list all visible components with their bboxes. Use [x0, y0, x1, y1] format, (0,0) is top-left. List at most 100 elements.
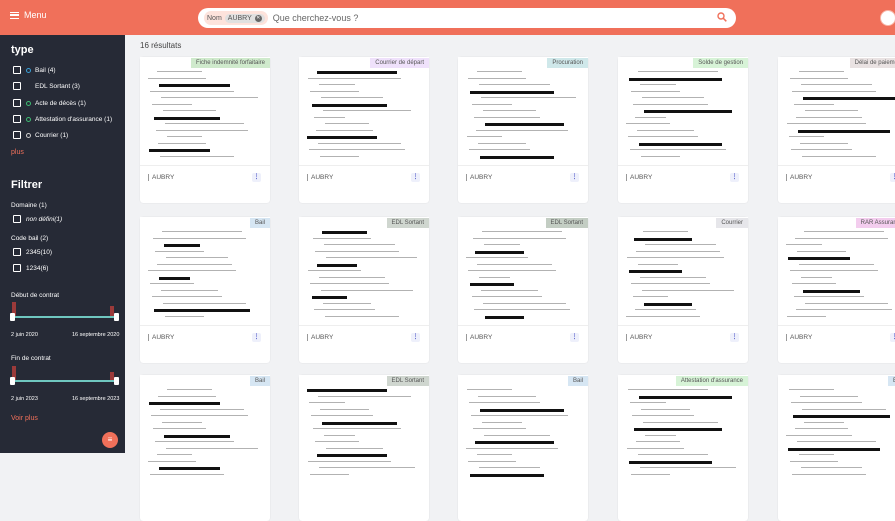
type-option-acte-deces[interactable]: Acte de décès (1) — [13, 98, 86, 108]
checkbox[interactable] — [13, 66, 21, 74]
document-thumbnail[interactable]: Solde de gestion — [618, 57, 748, 165]
document-card[interactable]: Délai de paiement AUBRY ⋮ — [778, 57, 895, 203]
document-text-line — [155, 250, 204, 252]
checkbox[interactable] — [13, 82, 21, 90]
document-thumbnail[interactable]: Courrier — [618, 217, 748, 325]
document-card[interactable]: Bail — [458, 375, 588, 521]
range-handle-end[interactable] — [114, 377, 119, 385]
checkbox[interactable] — [13, 215, 21, 223]
document-thumbnail[interactable]: Délai de paiement — [778, 57, 895, 165]
document-text-line — [307, 136, 377, 139]
document-text-line — [325, 315, 399, 317]
document-text-line — [156, 129, 248, 131]
code-bail-option-2345[interactable]: 2345(10) — [13, 247, 52, 257]
document-thumbnail[interactable]: EDL Sortant — [299, 375, 429, 483]
document-text-line — [633, 103, 708, 105]
search-input[interactable]: Que cherchez-vous ? — [273, 13, 359, 23]
document-card[interactable]: Solde de gestion AUBRY ⋮ — [618, 57, 748, 203]
document-card[interactable]: Courrier AUBRY ⋮ — [618, 217, 748, 363]
document-thumbnail[interactable]: Bail — [778, 375, 895, 483]
document-text-line — [309, 402, 345, 403]
document-text-line — [482, 421, 522, 423]
document-text-line — [318, 142, 401, 144]
checkbox[interactable] — [13, 248, 21, 256]
card-more-icon[interactable]: ⋮ — [411, 173, 420, 182]
document-card[interactable]: EDL Sortant AUBRY ⋮ — [458, 217, 588, 363]
document-text-line — [470, 283, 514, 286]
checkbox[interactable] — [13, 131, 21, 139]
type-option-attestation[interactable]: Attestation d'assurance (1) — [13, 114, 112, 124]
range-handle-start[interactable] — [10, 313, 15, 321]
card-more-icon[interactable]: ⋮ — [890, 173, 895, 182]
document-text-line — [469, 402, 540, 403]
range-handle-end[interactable] — [114, 313, 119, 321]
document-thumbnail[interactable]: EDL Sortant — [299, 217, 429, 325]
document-thumbnail[interactable]: RAR Assurance — [778, 217, 895, 325]
card-more-icon[interactable]: ⋮ — [411, 333, 420, 342]
card-more-icon[interactable]: ⋮ — [890, 333, 895, 342]
document-card[interactable]: Procuration AUBRY ⋮ — [458, 57, 588, 203]
document-card[interactable]: RAR Assurance AUBRY ⋮ — [778, 217, 895, 363]
remove-chip-icon[interactable]: ✕ — [254, 14, 262, 22]
document-text-line — [645, 434, 676, 436]
checkbox[interactable] — [13, 99, 21, 107]
domaine-option[interactable]: non défini(1) — [13, 214, 62, 224]
document-thumbnail[interactable]: EDL Sortant — [458, 217, 588, 325]
document-text-line — [645, 244, 716, 245]
type-title: type — [11, 44, 34, 56]
document-text-line — [317, 454, 387, 457]
card-more-icon[interactable]: ⋮ — [252, 333, 261, 342]
code-bail-option-1234[interactable]: 1234(6) — [13, 263, 48, 273]
card-more-icon[interactable]: ⋮ — [730, 333, 739, 342]
document-card[interactable]: Bail — [140, 375, 270, 521]
document-card[interactable]: Bail AUBRY ⋮ — [140, 217, 270, 363]
range-handle-start[interactable] — [10, 377, 15, 385]
document-card[interactable]: Fiche indemnité forfaitaire AUBRY ⋮ — [140, 57, 270, 203]
document-text-line — [321, 97, 383, 98]
checkbox[interactable] — [13, 115, 21, 123]
document-card[interactable]: Bail — [778, 375, 895, 521]
document-card[interactable]: EDL Sortant AUBRY ⋮ — [299, 217, 429, 363]
debut-contrat-slider[interactable] — [10, 302, 119, 322]
filter-fab-icon[interactable]: ≡ — [102, 432, 118, 448]
document-thumbnail[interactable]: Procuration — [458, 57, 588, 165]
card-more-icon[interactable]: ⋮ — [252, 173, 261, 182]
document-text-line — [643, 421, 718, 423]
document-thumbnail[interactable]: Bail — [140, 375, 270, 483]
type-option-bail[interactable]: Bail (4) — [13, 65, 56, 75]
document-card[interactable]: EDL Sortant — [299, 375, 429, 521]
document-type-tag: Bail — [249, 376, 270, 386]
filter-chip[interactable]: Nom AUBRY ✕ — [204, 11, 268, 25]
document-thumbnail[interactable]: Fiche indemnité forfaitaire — [140, 57, 270, 165]
card-more-icon[interactable]: ⋮ — [570, 333, 579, 342]
debut-contrat-title: Début de contrat — [11, 292, 60, 299]
document-text-line — [320, 408, 369, 410]
debut-end-label: 16 septembre 2020 — [72, 332, 120, 338]
document-type-tag: Procuration — [547, 58, 588, 68]
document-thumbnail[interactable]: Bail — [458, 375, 588, 483]
type-option-courrier[interactable]: Courrier (1) — [13, 130, 68, 140]
checkbox[interactable] — [13, 264, 21, 272]
type-dot-icon — [26, 132, 31, 138]
document-text-line — [638, 71, 718, 72]
document-card[interactable]: Courrier de départ AUBRY ⋮ — [299, 57, 429, 203]
menu-button[interactable]: Menu — [10, 10, 47, 20]
fin-contrat-slider[interactable] — [10, 366, 119, 386]
document-text-line — [152, 103, 192, 105]
search-icon[interactable] — [717, 12, 727, 22]
document-text-line — [788, 257, 850, 260]
card-more-icon[interactable]: ⋮ — [570, 173, 579, 182]
document-thumbnail[interactable]: Bail — [140, 217, 270, 325]
type-option-edl-sortant[interactable]: EDL Sortant (3) — [13, 81, 80, 91]
document-text-line — [475, 250, 524, 254]
document-thumbnail[interactable]: Attestation d'assurance — [618, 375, 748, 483]
document-thumbnail[interactable]: Courrier de départ — [299, 57, 429, 165]
type-more-link[interactable]: plus — [11, 149, 24, 156]
document-text-line — [635, 309, 696, 310]
search-bar[interactable]: Nom AUBRY ✕ Que cherchez-vous ? — [198, 8, 736, 28]
card-more-icon[interactable]: ⋮ — [730, 173, 739, 182]
user-avatar[interactable] — [880, 10, 895, 26]
voir-plus-link[interactable]: Voir plus — [11, 415, 38, 422]
document-text-line — [167, 136, 202, 137]
document-card[interactable]: Attestation d'assurance — [618, 375, 748, 521]
